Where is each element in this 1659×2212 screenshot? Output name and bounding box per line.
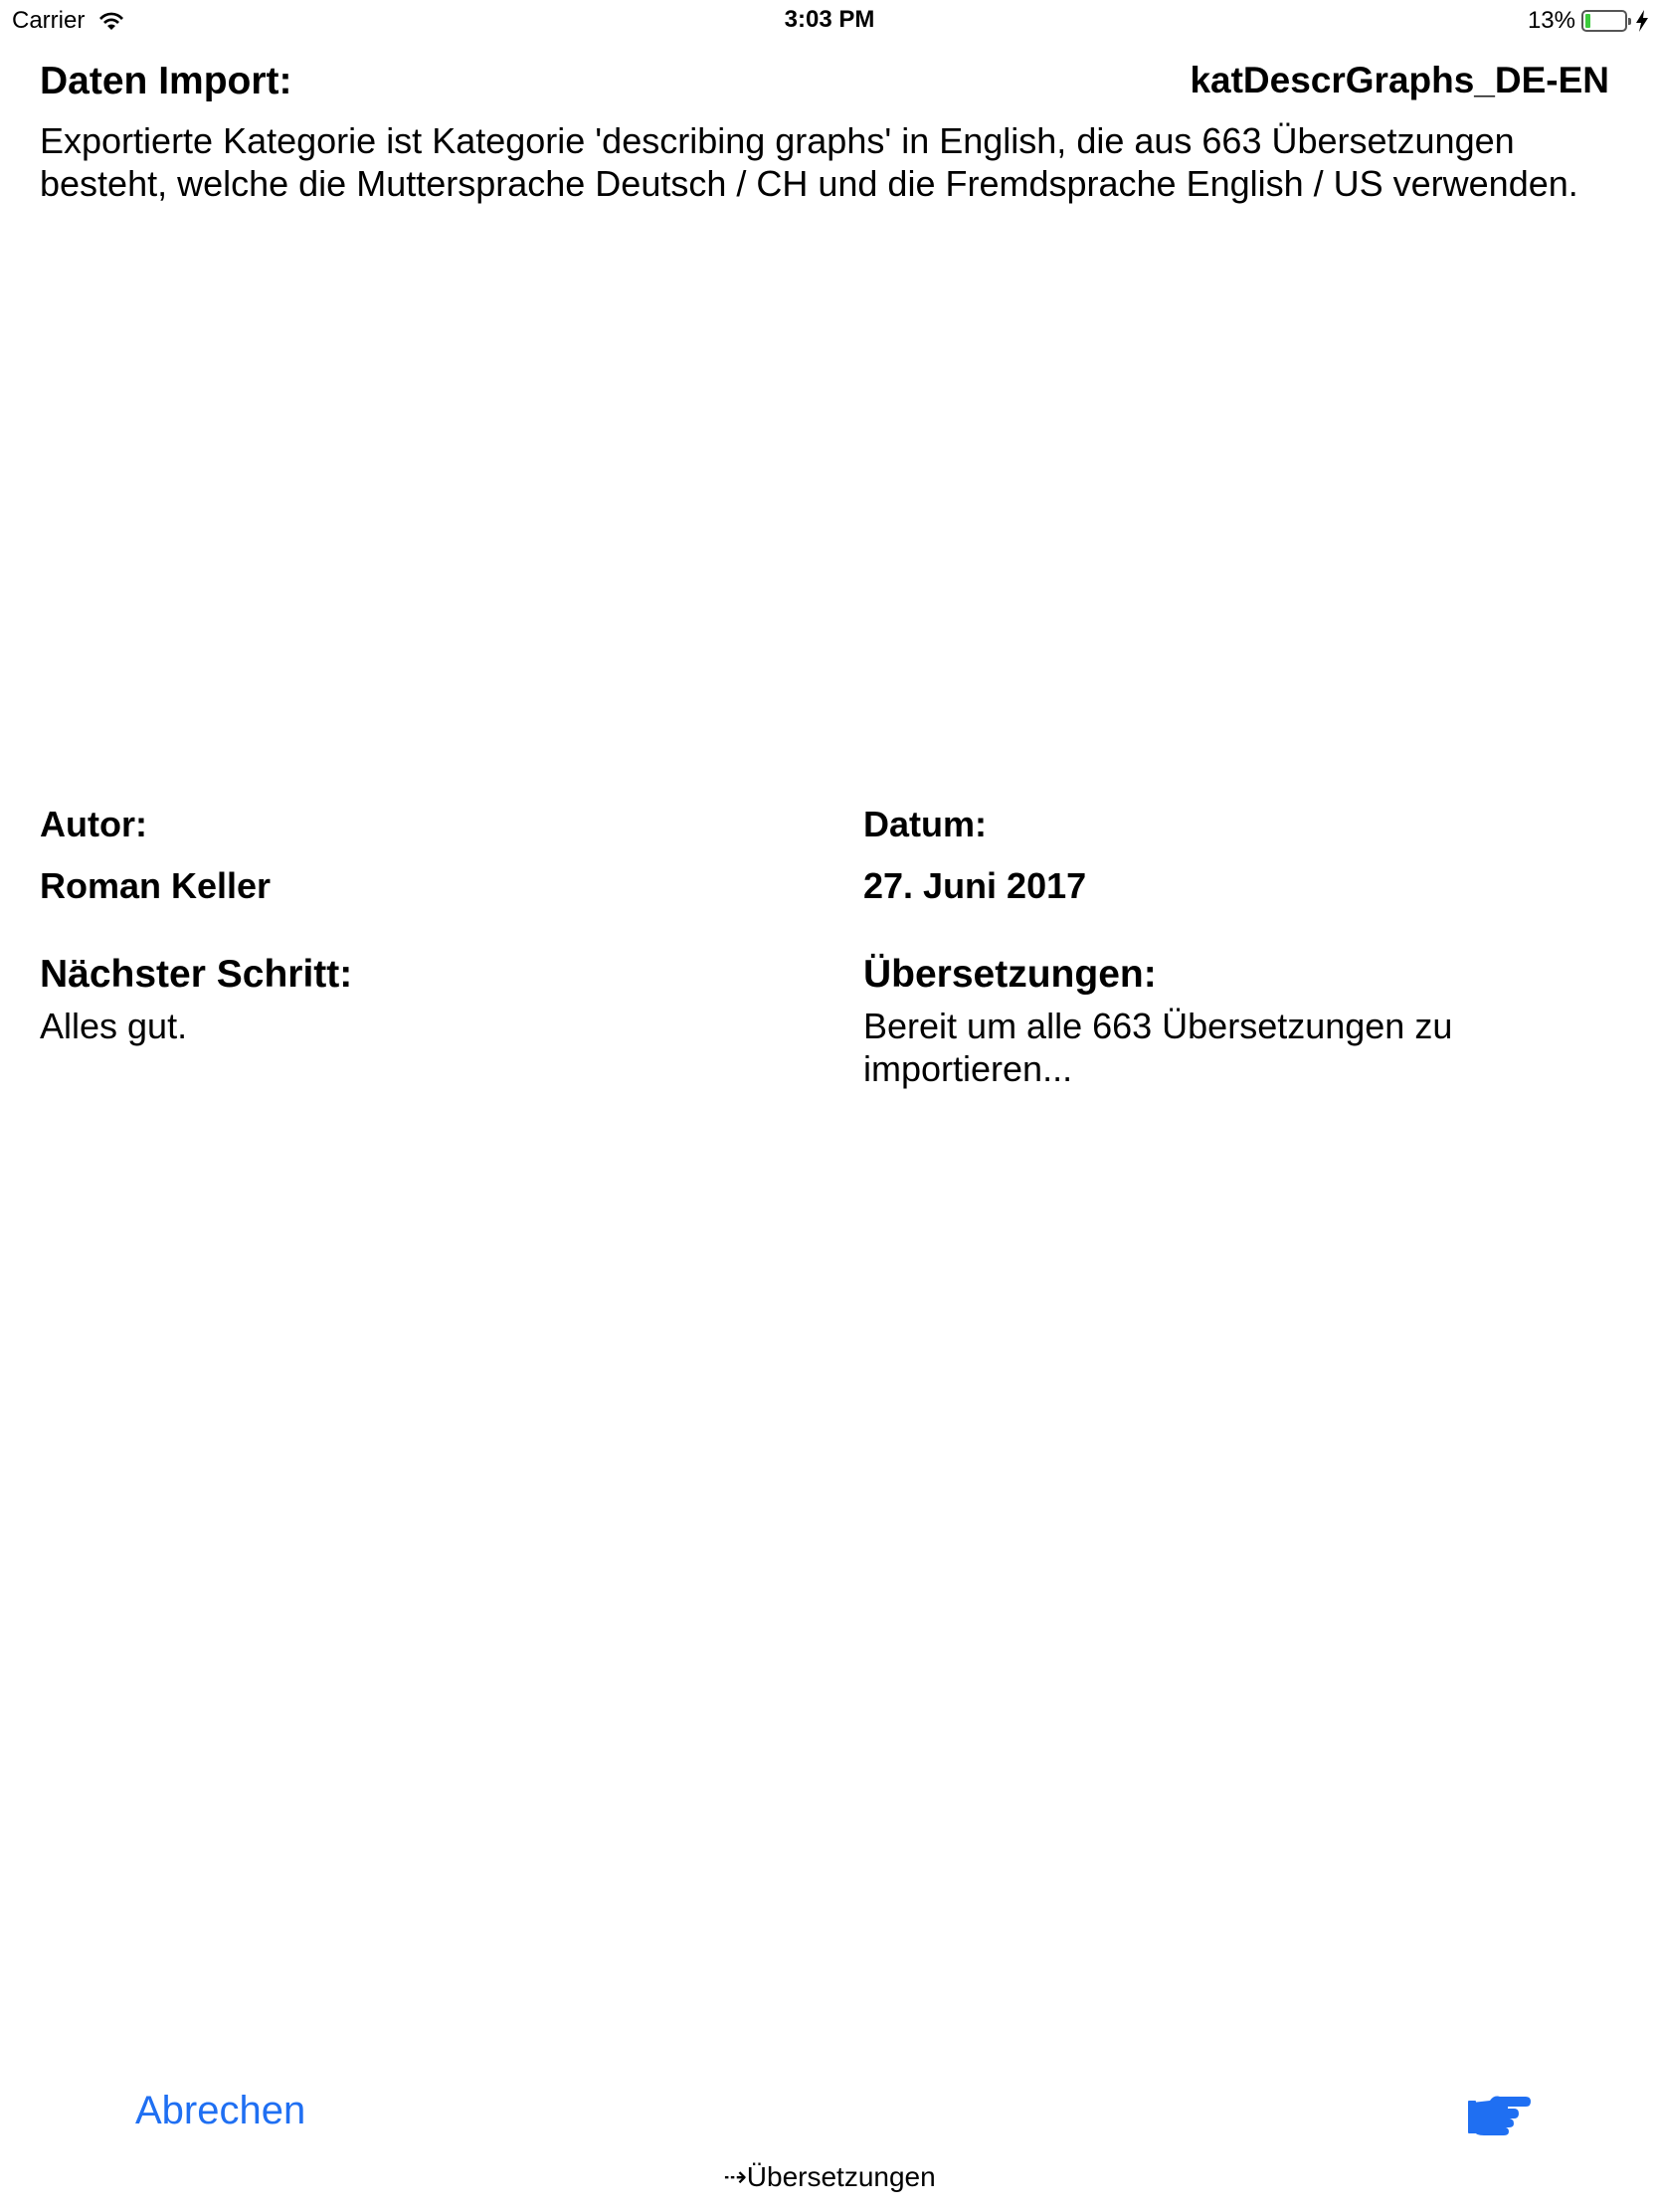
import-description: Exportierte Kategorie ist Kategorie 'des… <box>40 120 1578 204</box>
battery-level-fill <box>1585 14 1590 28</box>
cancel-button[interactable]: Abrechen <box>135 2089 305 2133</box>
next-step-label: Nächster Schritt: <box>40 953 353 996</box>
status-bar-time: 3:03 PM <box>784 6 875 33</box>
date-value: 27. Juni 2017 <box>863 865 1087 906</box>
date-label: Datum: <box>863 804 987 844</box>
page-title: Daten Import: <box>40 60 292 102</box>
import-filename: katDescrGraphs_DE-EN <box>1190 60 1609 100</box>
translations-label: Übersetzungen: <box>863 953 1157 996</box>
status-bar-right: 13% <box>1528 6 1649 36</box>
breadcrumb: ⇢Übersetzungen <box>723 2161 936 2192</box>
battery-percent: 13% <box>1527 7 1575 34</box>
battery-icon <box>1581 10 1631 32</box>
translations-status: Bereit um alle 663 Übersetzungen zu impo… <box>863 1006 1453 1089</box>
pointing-hand-icon <box>1468 2096 1531 2135</box>
author-value: Roman Keller <box>40 865 272 906</box>
next-button[interactable] <box>1468 2089 1532 2136</box>
author-label: Autor: <box>40 804 147 844</box>
status-bar: Carrier 3:03 PM 13% <box>0 0 1659 40</box>
charging-bolt-icon <box>1636 10 1648 32</box>
next-step-value: Alles gut. <box>40 1006 188 1046</box>
